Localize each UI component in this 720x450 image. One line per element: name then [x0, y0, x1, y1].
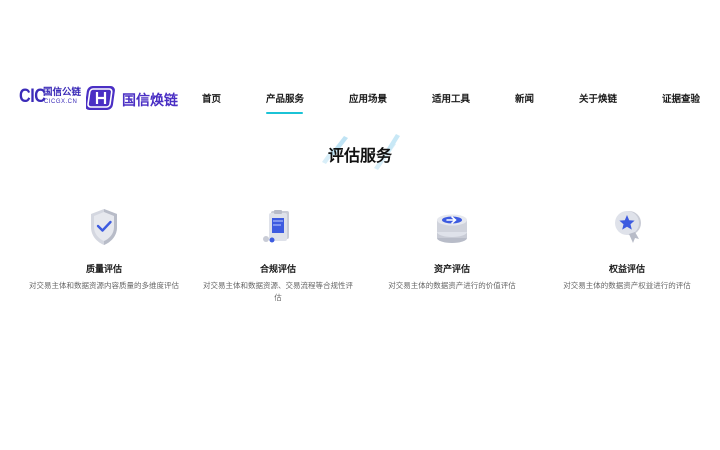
service-name: 合规评估	[259, 265, 296, 275]
service-card-compliance[interactable]: 合规评估 对交易主体和数据资源、交易流程等合规性评估	[203, 205, 353, 315]
star-badge-icon	[615, 211, 641, 243]
nav-home[interactable]: 首页	[202, 91, 221, 105]
service-name: 质量评估	[85, 265, 122, 275]
brand-logo[interactable]: 国信焕链	[86, 83, 186, 113]
cic-logo[interactable]: CIC 国信公链 CICGX.CN	[19, 86, 81, 112]
coin-stack-icon	[437, 214, 467, 243]
service-card-rights[interactable]: 权益评估 对交易主体的数据资产权益进行的评估	[552, 205, 702, 315]
nav-news[interactable]: 新闻	[515, 91, 534, 105]
service-description: 对交易主体的数据资产权益进行的评估	[563, 281, 691, 290]
section-title: 评估服务	[327, 146, 392, 165]
service-description: 对交易主体的数据资产进行的价值评估	[388, 281, 516, 290]
clipboard-compliance-icon	[263, 210, 289, 243]
section-heading: 评估服务	[310, 130, 410, 170]
service-description: 对交易主体和数据资源、交易流程等合规性评估	[203, 281, 353, 302]
cic-logo-url: CICGX.CN	[44, 99, 78, 105]
nav-about[interactable]: 关于焕链	[579, 91, 617, 105]
service-description: 对交易主体和数据资源内容质量的多维度评估	[29, 281, 179, 290]
nav-scenarios[interactable]: 应用场景	[349, 91, 387, 105]
cic-logo-name: 国信公链	[43, 87, 82, 98]
brand-logo-name: 国信焕链	[122, 93, 178, 109]
service-card-asset[interactable]: 资产评估 对交易主体的数据资产进行的价值评估	[377, 205, 527, 315]
brand-logo-icon	[86, 86, 115, 110]
site-header: CIC 国信公链 CICGX.CN 国信焕链 首页 产品服务 应用场景 适用工具…	[0, 78, 720, 118]
service-name: 资产评估	[433, 265, 470, 275]
cic-logo-mark: CIC	[19, 86, 46, 107]
nav-active-indicator	[266, 112, 303, 114]
nav-tools[interactable]: 适用工具	[432, 91, 470, 105]
nav-evidence-check[interactable]: 证据查验	[662, 91, 700, 105]
service-name: 权益评估	[608, 265, 645, 275]
shield-check-icon	[91, 209, 117, 245]
nav-products[interactable]: 产品服务	[266, 91, 304, 105]
service-card-quality[interactable]: 质量评估 对交易主体和数据资源内容质量的多维度评估	[29, 205, 179, 315]
